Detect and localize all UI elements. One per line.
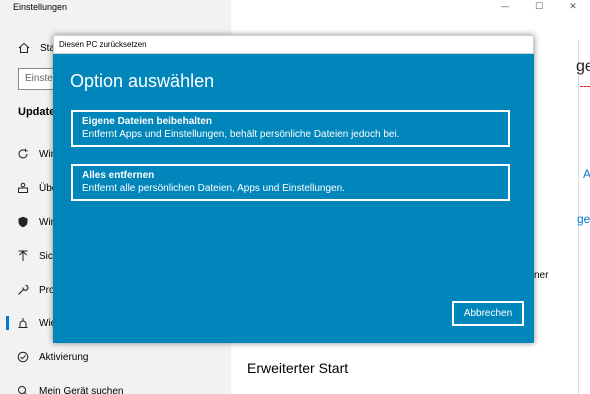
cancel-button[interactable]: Abbrechen (452, 301, 524, 326)
minimize-button[interactable]: — (488, 0, 522, 14)
content-link-fragment-2[interactable]: ge (577, 212, 590, 226)
option-description: Entfernt Apps und Einstellungen, behält … (82, 129, 400, 140)
maximize-button[interactable]: ☐ (522, 0, 556, 14)
sidebar-item-find-device[interactable]: Mein Gerät suchen (16, 383, 124, 394)
refresh-icon (16, 147, 30, 161)
sidebar-item-delivery-optimization[interactable]: Übe (16, 180, 57, 196)
content-link-fragment[interactable]: A (583, 167, 590, 181)
option-description: Entfernt alle persönlichen Dateien, Apps… (82, 183, 345, 194)
sidebar-item-windows-update[interactable]: Win (16, 146, 56, 162)
delivery-optimization-icon (16, 181, 30, 195)
reset-pc-dialog: Diesen PC zurücksetzen Option auswählen … (53, 35, 534, 343)
red-underline-fragment (580, 86, 590, 88)
option-remove-everything[interactable]: Alles entfernen Entfernt alle persönlich… (71, 164, 510, 201)
sidebar-item-label: Mein Gerät suchen (39, 385, 124, 394)
selected-indicator (6, 316, 9, 330)
sidebar-item-home[interactable]: Sta (17, 40, 55, 56)
dialog-titlebar: Diesen PC zurücksetzen (53, 35, 534, 54)
content-text-fragment: ner (534, 270, 549, 281)
sidebar-item-activation[interactable]: Aktivierung (16, 349, 88, 365)
troubleshoot-icon (16, 283, 30, 297)
activation-icon (16, 350, 30, 364)
window-title: Einstellungen (13, 2, 68, 12)
home-icon (17, 41, 31, 55)
backup-icon (16, 249, 30, 263)
option-keep-files[interactable]: Eigene Dateien beibehalten Entfernt Apps… (71, 110, 510, 147)
sidebar-item-label: Aktivierung (39, 351, 89, 363)
sidebar-item-troubleshoot[interactable]: Pro (16, 282, 55, 298)
option-title: Eigene Dateien beibehalten (82, 116, 213, 127)
find-device-icon (16, 384, 30, 394)
option-title: Alles entfernen (82, 170, 155, 181)
sidebar-section-title: Update (18, 106, 56, 118)
sidebar-item-recovery[interactable]: Wie (16, 315, 56, 331)
shield-icon (16, 215, 30, 229)
content-heading-fragment: ge (576, 58, 590, 75)
window-caption-buttons: — ☐ ✕ (488, 0, 590, 16)
advanced-start-heading: Erweiterter Start (247, 360, 349, 376)
recovery-icon (16, 316, 30, 330)
close-button[interactable]: ✕ (556, 0, 590, 14)
dialog-heading: Option auswählen (70, 71, 215, 91)
dialog-title: Diesen PC zurücksetzen (59, 40, 147, 49)
sidebar-item-windows-security[interactable]: Win (16, 214, 56, 230)
